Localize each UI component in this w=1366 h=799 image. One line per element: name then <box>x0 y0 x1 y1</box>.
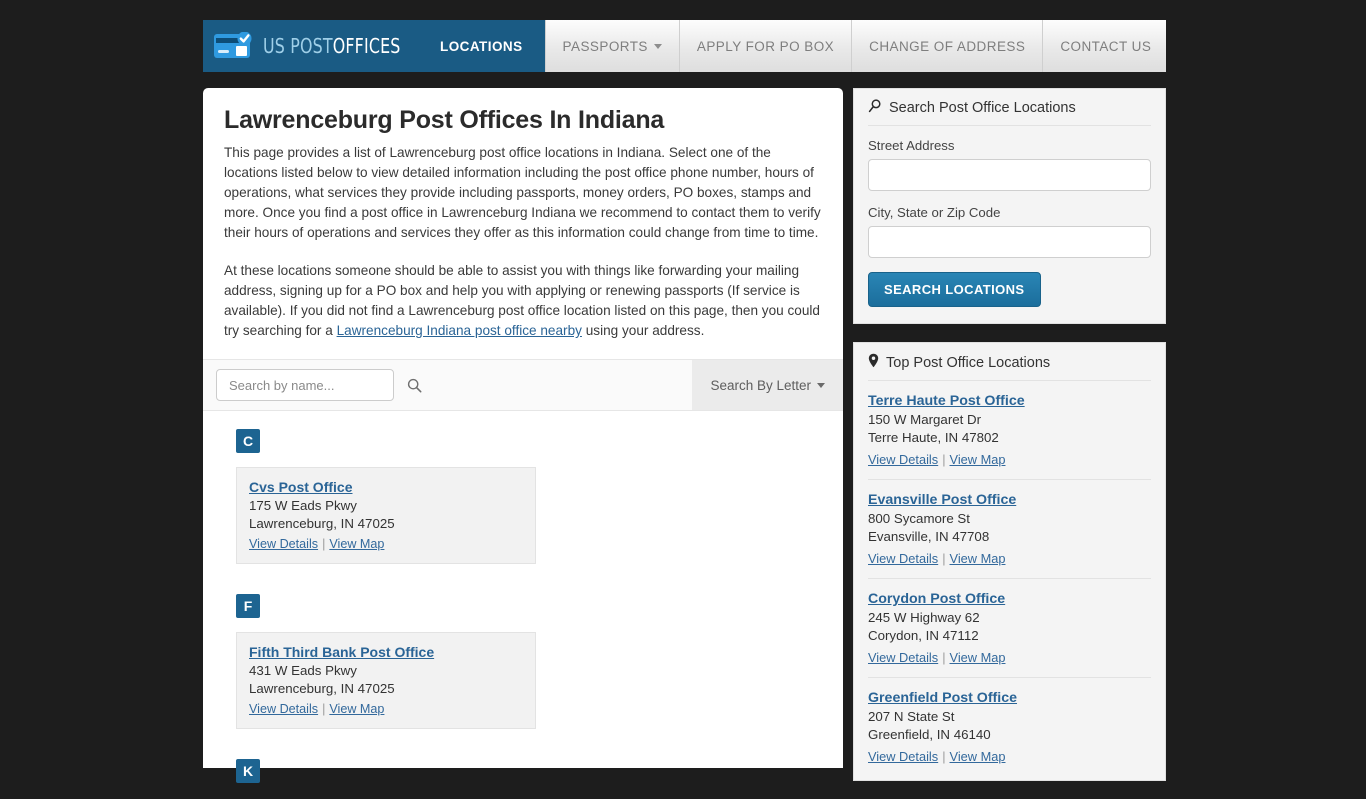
top-location-street: 245 W Highway 62 <box>868 610 980 625</box>
intro-paragraph-1: This page provides a list of Lawrencebur… <box>224 145 821 240</box>
link-separator: | <box>322 537 326 551</box>
top-location-citystatezip: Corydon, IN 47112 <box>868 628 979 643</box>
view-details-link[interactable]: View Details <box>868 452 938 467</box>
nav-item-apply-for-po-box[interactable]: APPLY FOR PO BOX <box>678 20 851 72</box>
link-separator: | <box>322 702 326 716</box>
post-office-citystatezip: Lawrenceburg, IN 47025 <box>249 516 395 531</box>
top-location-item: Evansville Post Office 800 Sycamore St E… <box>868 492 1151 579</box>
logo-text-primary: US POST <box>263 34 333 58</box>
nav-label-passports: PASSPORTS <box>562 38 648 54</box>
search-by-letter-label: Search By Letter <box>710 377 811 393</box>
search-panel-header: Search Post Office Locations <box>868 99 1151 126</box>
view-map-link[interactable]: View Map <box>329 537 384 551</box>
top-location-name-link[interactable]: Greenfield Post Office <box>868 690 1151 706</box>
street-address-input[interactable] <box>868 159 1151 191</box>
search-locations-panel: Search Post Office Locations Street Addr… <box>853 88 1166 324</box>
nav-label-locations: LOCATIONS <box>440 38 523 54</box>
listing-toolbar: Search By Letter <box>203 359 843 411</box>
nav-item-change-of-address[interactable]: CHANGE OF ADDRESS <box>851 20 1042 72</box>
link-separator: | <box>942 452 946 467</box>
search-locations-button[interactable]: SEARCH LOCATIONS <box>868 272 1041 307</box>
search-panel-title: Search Post Office Locations <box>889 100 1076 116</box>
top-location-citystatezip: Greenfield, IN 46140 <box>868 727 991 742</box>
logo-text-secondary: OFFICES <box>332 34 401 58</box>
mail-card-check-icon <box>214 31 254 60</box>
nav-label-contact-us: CONTACT US <box>1060 38 1152 54</box>
page-body: Lawrenceburg Post Offices In Indiana Thi… <box>203 88 1166 783</box>
site-header: US POSTOFFICES LOCATIONS PASSPORTS APPLY… <box>203 20 1166 72</box>
view-details-link[interactable]: View Details <box>868 749 938 764</box>
map-pin-icon <box>868 353 879 372</box>
nav-label-change-of-address: CHANGE OF ADDRESS <box>869 38 1026 54</box>
view-details-link[interactable]: View Details <box>249 537 318 551</box>
top-location-item: Greenfield Post Office 207 N State St Gr… <box>868 690 1151 764</box>
view-map-link[interactable]: View Map <box>950 452 1006 467</box>
site-logo[interactable]: US POSTOFFICES <box>203 20 418 72</box>
top-location-street: 800 Sycamore St <box>868 511 970 526</box>
view-map-link[interactable]: View Map <box>329 702 384 716</box>
top-locations-header: Top Post Office Locations <box>868 353 1151 381</box>
top-location-citystatezip: Terre Haute, IN 47802 <box>868 430 999 445</box>
link-separator: | <box>942 551 946 566</box>
top-location-item: Terre Haute Post Office 150 W Margaret D… <box>868 393 1151 480</box>
post-office-card-links: View Details | View Map <box>249 537 523 551</box>
post-office-name-link[interactable]: Fifth Third Bank Post Office <box>249 644 523 660</box>
nav-label-apply-for-po-box: APPLY FOR PO BOX <box>696 38 835 54</box>
logo-wordmark: US POSTOFFICES <box>263 34 401 58</box>
post-office-card: Fifth Third Bank Post Office 431 W Eads … <box>236 632 536 729</box>
city-state-zip-label: City, State or Zip Code <box>868 205 1001 220</box>
view-details-link[interactable]: View Details <box>868 650 938 665</box>
chevron-down-icon <box>817 382 825 388</box>
letter-group-badge-k: K <box>236 759 260 783</box>
nav-item-passports[interactable]: PASSPORTS <box>544 20 679 72</box>
page-title: Lawrenceburg Post Offices In Indiana <box>224 106 665 134</box>
search-input[interactable] <box>227 376 407 394</box>
post-office-street: 431 W Eads Pkwy <box>249 663 357 678</box>
intro-paragraph-2: At these locations someone should be abl… <box>224 261 822 341</box>
city-state-zip-input[interactable] <box>868 226 1151 258</box>
sidebar: Search Post Office Locations Street Addr… <box>853 88 1166 799</box>
search-icon <box>868 99 882 117</box>
search-by-letter-dropdown[interactable]: Search By Letter <box>692 360 843 410</box>
post-office-citystatezip: Lawrenceburg, IN 47025 <box>249 681 395 696</box>
primary-navigation: LOCATIONS PASSPORTS APPLY FOR PO BOX CHA… <box>418 20 1168 72</box>
top-locations-title: Top Post Office Locations <box>886 354 1051 371</box>
chevron-down-icon <box>653 43 662 49</box>
top-location-name-link[interactable]: Corydon Post Office <box>868 591 1151 607</box>
top-location-links: View Details | View Map <box>868 650 1151 665</box>
nearby-post-office-link[interactable]: Lawrenceburg Indiana post office nearby <box>337 323 582 338</box>
top-location-street: 207 N State St <box>868 709 955 724</box>
top-locations-panel: Top Post Office Locations Terre Haute Po… <box>853 342 1166 781</box>
top-location-name-link[interactable]: Terre Haute Post Office <box>868 393 1151 409</box>
intro-paragraph-2-text-b: using your address. <box>581 323 705 338</box>
top-location-street: 150 W Margaret Dr <box>868 412 982 427</box>
top-location-links: View Details | View Map <box>868 452 1151 467</box>
view-details-link[interactable]: View Details <box>249 702 318 716</box>
post-office-name-link[interactable]: Cvs Post Office <box>249 479 523 495</box>
view-map-link[interactable]: View Map <box>950 749 1006 764</box>
post-office-card-links: View Details | View Map <box>249 702 523 716</box>
post-office-street: 175 W Eads Pkwy <box>249 498 357 513</box>
link-separator: | <box>942 650 946 665</box>
view-map-link[interactable]: View Map <box>950 551 1006 566</box>
post-office-listing: C Cvs Post Office 175 W Eads Pkwy Lawren… <box>224 411 822 783</box>
view-details-link[interactable]: View Details <box>868 551 938 566</box>
letter-group-badge-f: F <box>236 594 260 618</box>
top-location-item: Corydon Post Office 245 W Highway 62 Cor… <box>868 591 1151 678</box>
street-address-label: Street Address <box>868 138 955 153</box>
letter-group-badge-c: C <box>236 429 260 453</box>
nav-item-contact-us[interactable]: CONTACT US <box>1042 20 1168 72</box>
search-by-name-field[interactable] <box>216 369 422 401</box>
view-map-link[interactable]: View Map <box>950 650 1006 665</box>
search-icon[interactable] <box>407 378 422 393</box>
post-office-card: Cvs Post Office 175 W Eads Pkwy Lawrence… <box>236 467 536 564</box>
main-content: Lawrenceburg Post Offices In Indiana Thi… <box>203 88 843 783</box>
nav-item-locations[interactable]: LOCATIONS <box>418 20 545 72</box>
link-separator: | <box>942 749 946 764</box>
top-location-citystatezip: Evansville, IN 47708 <box>868 529 990 544</box>
top-location-name-link[interactable]: Evansville Post Office <box>868 492 1151 508</box>
top-location-links: View Details | View Map <box>868 551 1151 566</box>
top-location-links: View Details | View Map <box>868 749 1151 764</box>
